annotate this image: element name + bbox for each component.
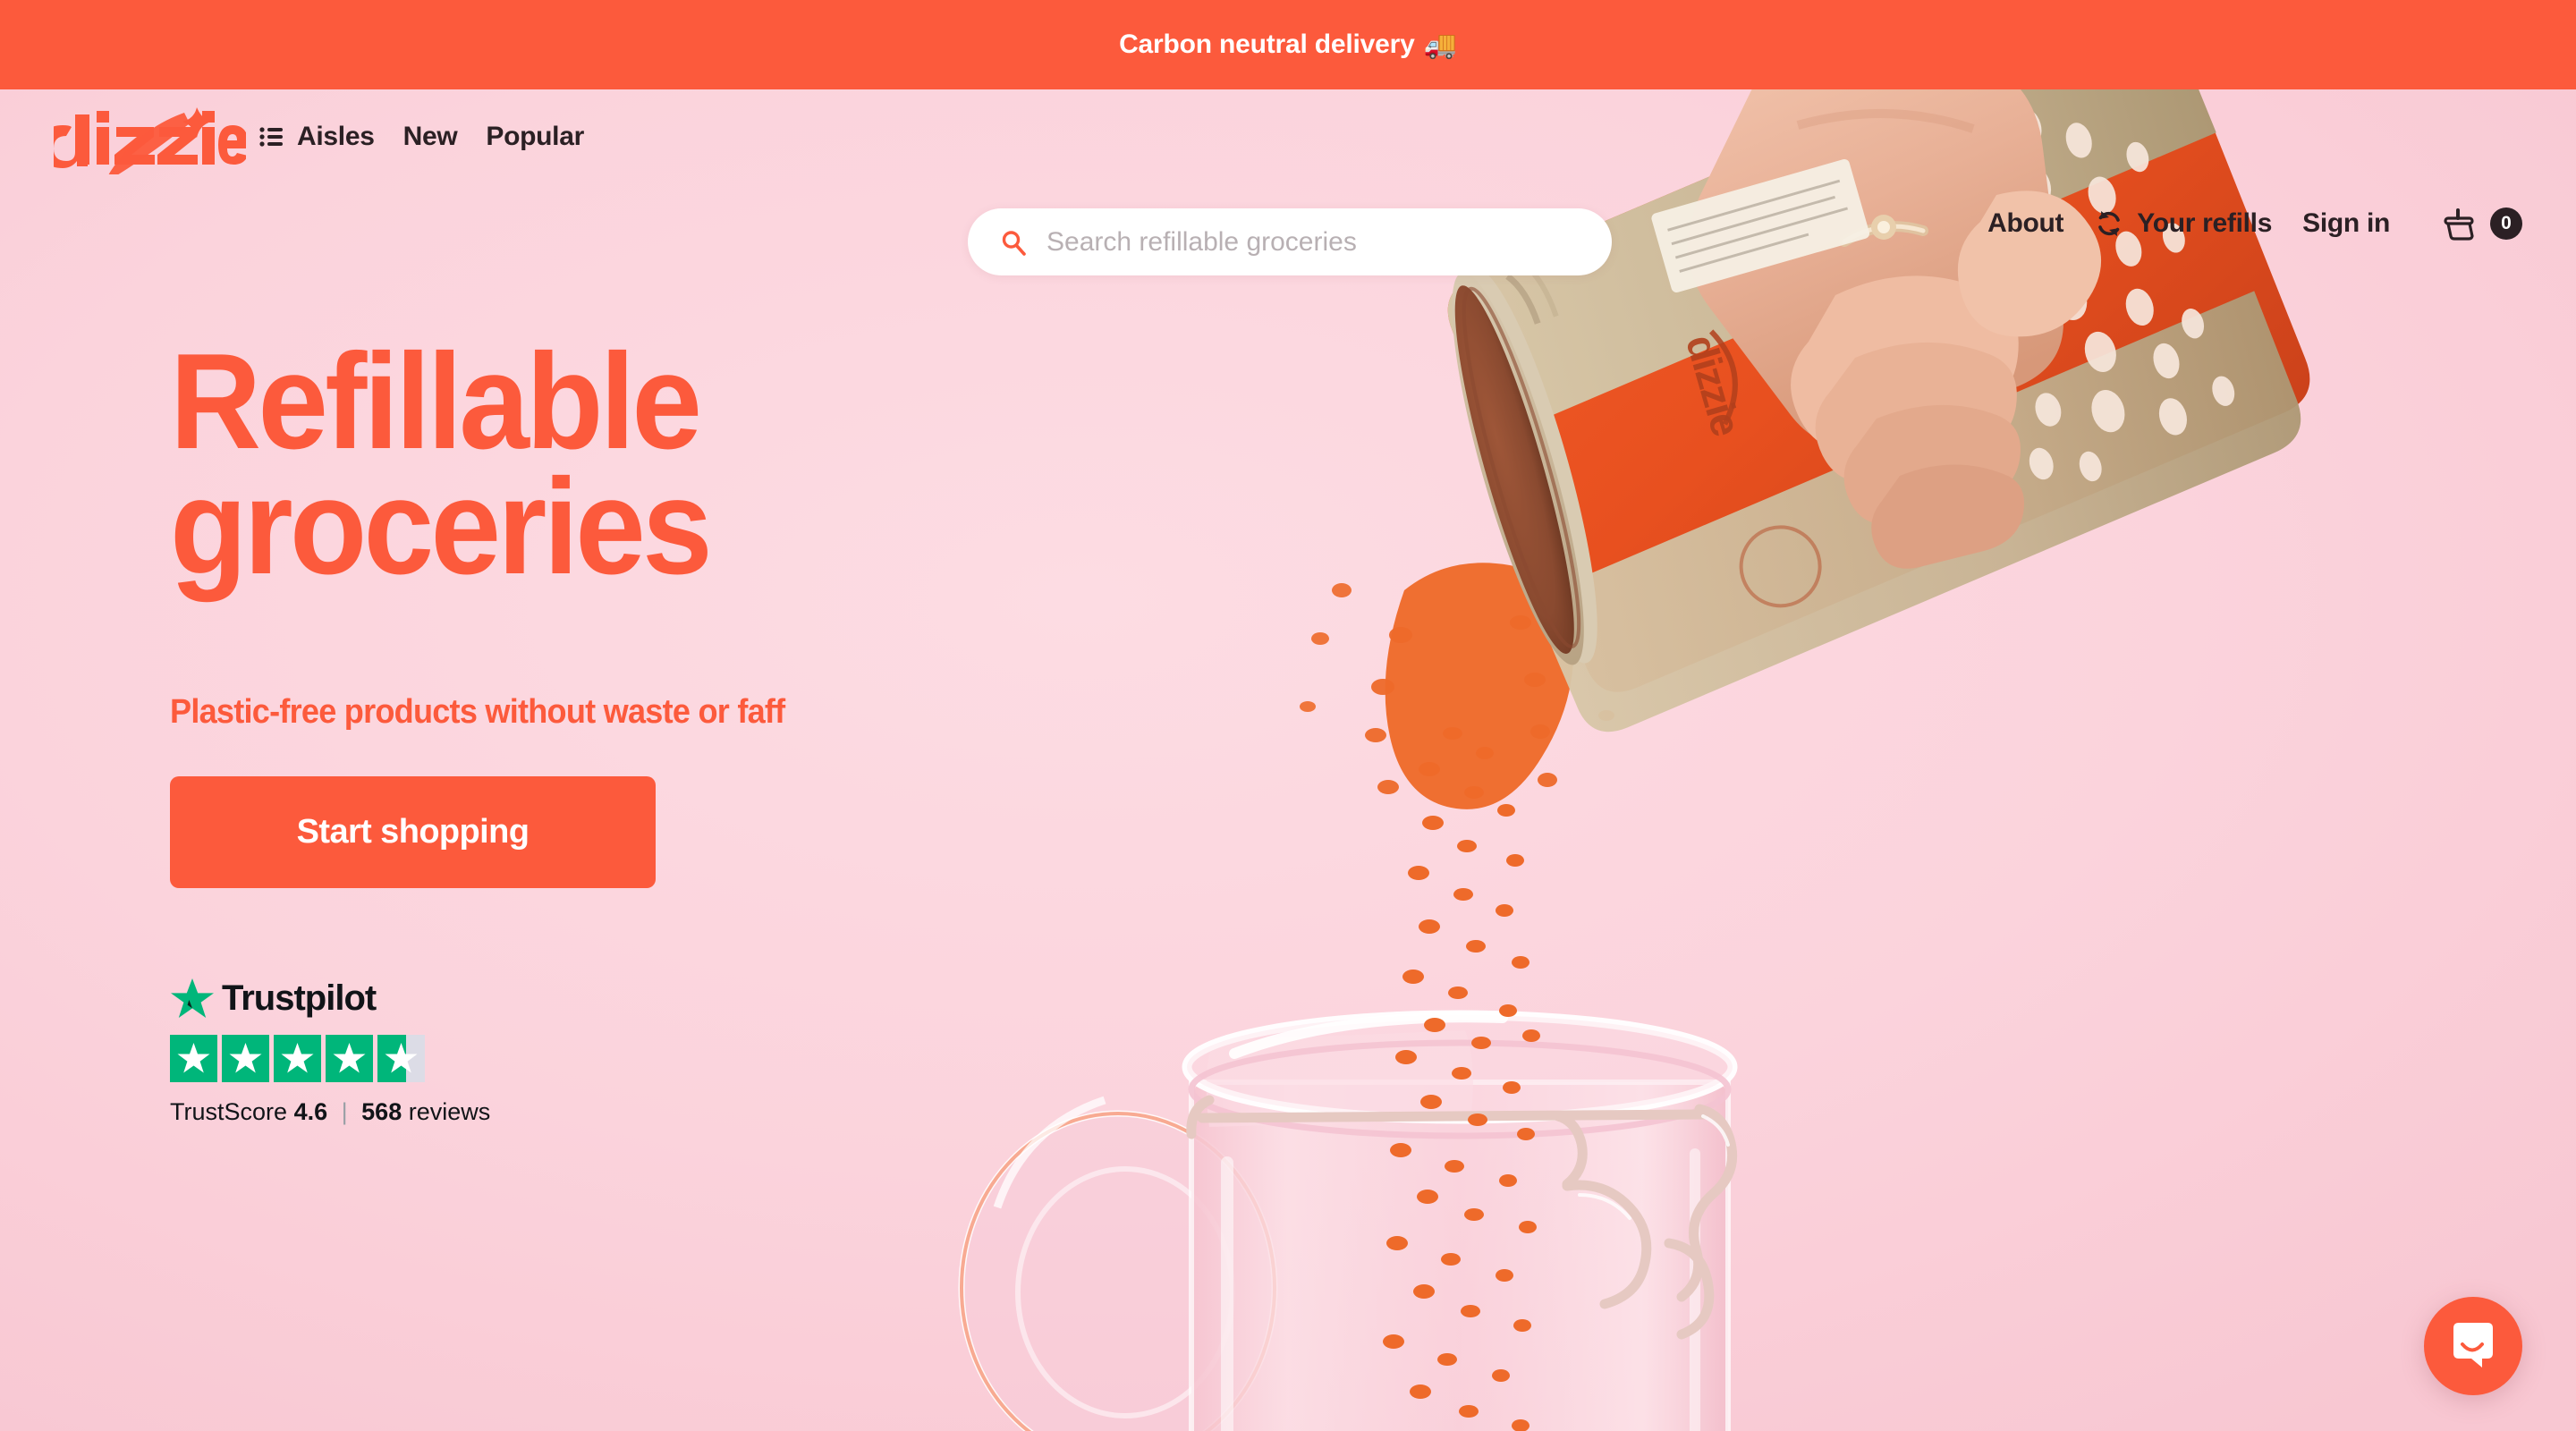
cart-button[interactable]: 0	[2442, 207, 2522, 241]
cart-count-badge: 0	[2490, 207, 2522, 240]
star-glyph	[281, 1042, 314, 1073]
nav-label-your-refills: Your refills	[2137, 208, 2273, 238]
trustscore-label: TrustScore	[170, 1097, 288, 1125]
search-input[interactable]	[1046, 226, 1547, 258]
trustpilot-score-line: TrustScore 4.6 | 568 reviews	[170, 1098, 599, 1126]
nav-item-about[interactable]: About	[1987, 208, 2063, 239]
page-title: Refillable groceries	[170, 334, 1002, 603]
refresh-icon	[2098, 211, 2121, 236]
reviews-label: reviews	[408, 1097, 491, 1125]
hero-subtitle: Plastic-free products without waste or f…	[170, 692, 785, 731]
basket-icon	[2444, 208, 2474, 241]
nav-item-popular[interactable]: Popular	[486, 122, 584, 152]
star-glyph	[177, 1042, 210, 1073]
chat-bubble-icon	[2453, 1323, 2493, 1367]
hero-title-line-2: groceries	[170, 450, 713, 603]
trustscore-value: 4.6	[293, 1097, 328, 1125]
chat-launcher-button[interactable]	[2424, 1297, 2522, 1395]
nav-item-new[interactable]: New	[403, 122, 458, 152]
star-glyph	[229, 1042, 262, 1073]
nav-item-aisles[interactable]: Aisles	[259, 122, 375, 152]
trustpilot-wordmark: Trustpilot	[222, 978, 377, 1019]
hero-section: Refillable groceries Plastic-free produc…	[170, 334, 1064, 1126]
site-header: Aisles New Popular About	[0, 89, 2576, 275]
search-box[interactable]	[968, 208, 1612, 275]
star-cell-4	[326, 1034, 373, 1082]
nav-item-your-refills[interactable]: Your refills	[2094, 208, 2272, 239]
delivery-truck-icon: 🚚	[1423, 30, 1457, 60]
star-glyph	[333, 1042, 366, 1073]
star-cell-1	[170, 1034, 217, 1082]
page-root: Red Lentils 750g dizzie	[0, 0, 2576, 1431]
primary-nav-left: Aisles New Popular	[259, 122, 584, 152]
promo-banner: Carbon neutral delivery 🚚	[0, 0, 2576, 89]
trustpilot-star-icon	[171, 978, 214, 1018]
list-icon	[259, 127, 283, 147]
trustpilot-header: Trustpilot	[170, 978, 599, 1020]
reviews-count: 568	[361, 1097, 402, 1125]
trustpilot-widget[interactable]: Trustpilot TrustScore 4.6 | 568 reviews	[170, 978, 599, 1126]
star-glyph	[385, 1042, 418, 1073]
trustpilot-divider: |	[341, 1097, 348, 1125]
nav-label-aisles: Aisles	[297, 122, 375, 151]
promo-banner-text: Carbon neutral delivery	[1119, 30, 1415, 59]
nav-item-sign-in[interactable]: Sign in	[2302, 208, 2390, 239]
search-bar	[968, 208, 1612, 275]
trustpilot-star-rating	[170, 1034, 599, 1082]
start-shopping-button[interactable]: Start shopping	[170, 775, 656, 888]
star-cell-2	[222, 1034, 269, 1082]
dizzie-logo[interactable]	[41, 107, 250, 179]
star-cell-3	[274, 1034, 321, 1082]
primary-nav-right: About Your refills Sign in 0	[1987, 207, 2522, 241]
search-icon	[1002, 230, 1026, 256]
star-cell-5	[377, 1034, 425, 1082]
